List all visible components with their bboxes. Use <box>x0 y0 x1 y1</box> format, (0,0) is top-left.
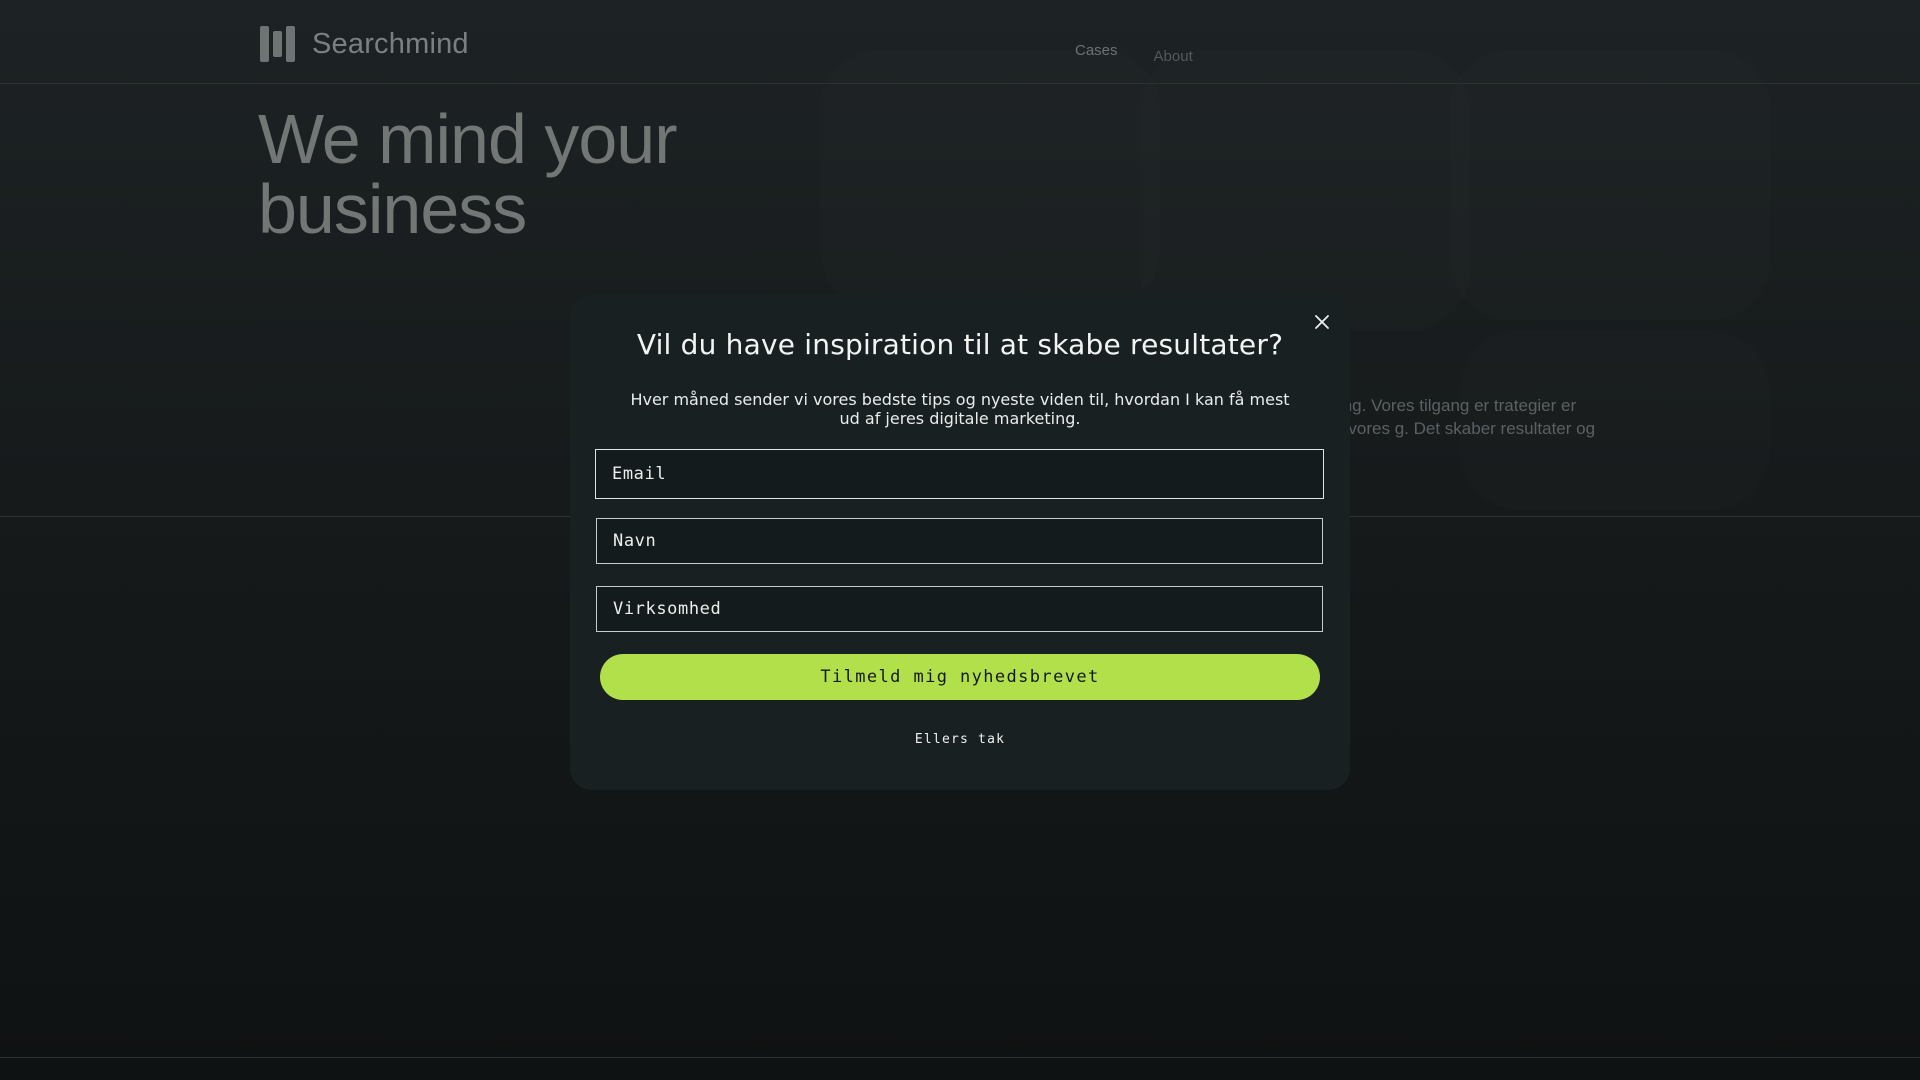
footer-divider <box>0 1057 1920 1058</box>
bg-shape <box>820 50 1160 310</box>
searchmind-logo-icon <box>260 26 296 62</box>
modal-title: Vil du have inspiration til at skabe res… <box>636 328 1284 361</box>
nav-link-cases[interactable]: Cases <box>1075 42 1118 59</box>
hero-title-line: business <box>258 170 527 248</box>
brand-logo[interactable]: Searchmind <box>260 26 469 62</box>
name-field[interactable] <box>596 518 1323 564</box>
bg-shape <box>1140 50 1470 330</box>
main-nav: Cases About <box>1075 42 1193 65</box>
brand-name: Searchmind <box>312 27 469 60</box>
bg-shape <box>1450 50 1770 320</box>
company-field[interactable] <box>596 586 1323 632</box>
subscribe-button[interactable]: Tilmeld mig nyhedsbrevet <box>600 654 1320 700</box>
hero-title: We mind your business <box>258 100 678 248</box>
modal-subtitle: Hver måned sender vi vores bedste tips o… <box>630 390 1290 428</box>
hero-title-line: We mind your <box>258 100 678 178</box>
newsletter-modal: Vil du have inspiration til at skabe res… <box>570 294 1350 790</box>
site-header: Searchmind Cases About <box>0 0 1920 84</box>
decline-link[interactable]: Ellers tak <box>570 732 1350 747</box>
nav-link-about[interactable]: About <box>1154 48 1193 65</box>
email-field[interactable] <box>595 449 1324 499</box>
